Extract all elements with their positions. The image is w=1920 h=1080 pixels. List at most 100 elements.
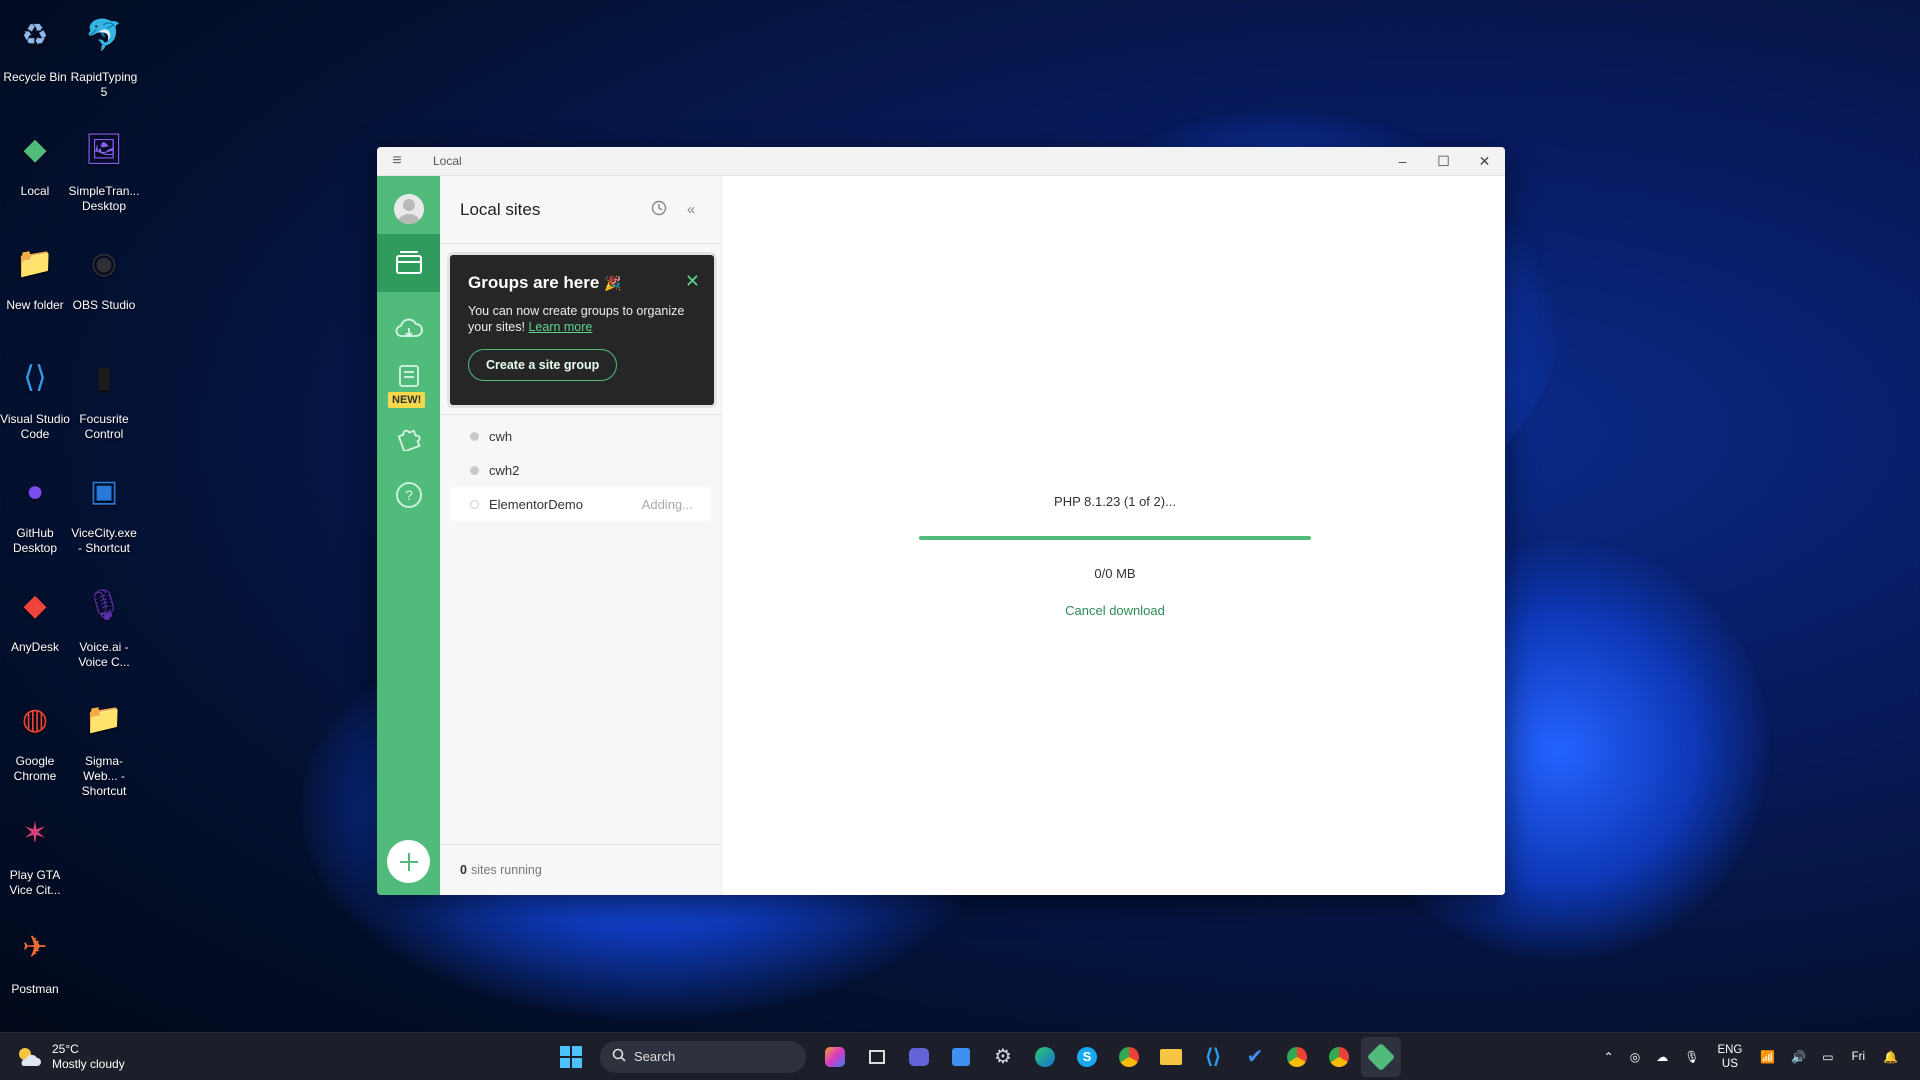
desktop-icon[interactable]: ● GitHub Desktop xyxy=(0,460,70,556)
desktop-icon[interactable]: 🐬 RapidTyping 5 xyxy=(69,4,139,100)
help-icon[interactable]: ? xyxy=(377,472,440,518)
tray-overflow-chevron-icon[interactable]: ⌃ xyxy=(1604,1050,1614,1064)
learn-more-link[interactable]: Learn more xyxy=(528,320,592,334)
weather-temp: 25°C xyxy=(52,1041,79,1056)
volume-icon[interactable]: 🔊 xyxy=(1791,1050,1806,1064)
settings-gear-icon[interactable]: ⚙ xyxy=(983,1037,1023,1077)
task-view-icon[interactable] xyxy=(857,1037,897,1077)
close-button[interactable]: ✕ xyxy=(1464,153,1505,170)
site-row[interactable]: cwh2 xyxy=(450,453,711,487)
voiceai-icon: 🎙 xyxy=(84,588,124,622)
desktop-icon[interactable]: ▣ ViceCity.exe - Shortcut xyxy=(69,460,139,556)
window-title: Local xyxy=(433,154,462,168)
desktop-icon[interactable]: ◉ OBS Studio xyxy=(69,232,139,313)
language-indicator[interactable]: ENG US xyxy=(1717,1043,1742,1071)
site-row[interactable]: ElementorDemo Adding... xyxy=(450,487,711,521)
recycle-bin-icon: ♻ xyxy=(21,18,49,52)
local-sites-nav-icon[interactable] xyxy=(377,234,440,292)
clock[interactable]: Fri xyxy=(1852,1050,1865,1064)
desktop-icon[interactable]: ▮ Focusrite Control xyxy=(69,346,139,442)
taskbar-search[interactable]: Search xyxy=(600,1040,806,1073)
sites-running-status: 0 sites running xyxy=(440,844,721,895)
chrome-profile-2-icon[interactable] xyxy=(1319,1037,1359,1077)
download-size: 0/0 MB xyxy=(1094,566,1136,581)
file-explorer-icon[interactable] xyxy=(1151,1037,1191,1077)
desktop-icon-label: SimpleTran... Desktop xyxy=(68,184,140,213)
menu-icon[interactable]: ≡ xyxy=(377,152,417,170)
addons-puzzle-icon[interactable] xyxy=(377,414,440,460)
skype-icon[interactable]: S xyxy=(1067,1037,1107,1077)
main-panel: PHP 8.1.23 (1 of 2)... 0/0 MB Cancel dow… xyxy=(722,176,1505,895)
system-tray: ⌃ ◎ ☁ 🎙 ENG US 📶 🔊 ▭ Fri 🔔 xyxy=(1596,1043,1906,1071)
history-icon[interactable] xyxy=(645,200,673,220)
desktop-icon-label: GitHub Desktop xyxy=(12,526,58,555)
github-icon: ● xyxy=(25,474,45,508)
groups-heading: Groups are here xyxy=(468,273,600,292)
cancel-download-button[interactable]: Cancel download xyxy=(919,603,1311,618)
battery-icon[interactable]: ▭ xyxy=(1822,1050,1833,1064)
desktop-icon[interactable]: 🖼 SimpleTran... Desktop xyxy=(68,118,140,214)
todo-check-icon[interactable]: ✔ xyxy=(1235,1037,1275,1077)
desktop-icon[interactable]: ✈ Postman xyxy=(0,916,70,997)
clock-day: Fri xyxy=(1851,1050,1866,1063)
postman-icon: ✈ xyxy=(22,930,48,964)
site-status-text: Adding... xyxy=(641,496,693,512)
tray-app-icon[interactable]: ◎ xyxy=(1630,1050,1640,1064)
site-list: cwh cwh2 ElementorDemo Adding... xyxy=(440,414,721,521)
nav-rail: NEW! ? xyxy=(377,176,440,895)
progress-fill xyxy=(919,536,1311,540)
desktop-icon-label: Postman xyxy=(11,982,59,996)
folder-icon: 📁 xyxy=(16,246,54,280)
desktop-icon-label: New folder xyxy=(6,298,64,312)
weather-widget[interactable]: 25°C Mostly cloudy xyxy=(16,1042,125,1072)
sites-running-count: 0 xyxy=(460,863,467,877)
notifications-bell-icon[interactable]: 🔔 xyxy=(1883,1050,1898,1064)
desktop-icon[interactable]: 📁 New folder xyxy=(0,232,70,313)
calendar-icon[interactable] xyxy=(941,1037,981,1077)
maximize-button[interactable]: ☐ xyxy=(1423,153,1464,170)
desktop-icon[interactable]: 📁 Sigma-Web... - Shortcut xyxy=(69,688,139,799)
add-site-button[interactable] xyxy=(387,840,430,883)
teams-meet-icon[interactable] xyxy=(899,1037,939,1077)
vicecity-exe-icon: ▣ xyxy=(89,474,119,508)
desktop-icon[interactable]: ◍ Google Chrome xyxy=(0,688,70,784)
edge-icon[interactable] xyxy=(1025,1037,1065,1077)
weather-desc: Mostly cloudy xyxy=(52,1056,125,1071)
party-icon: 🎉 xyxy=(604,275,622,291)
desktop-icon-label: Visual Studio Code xyxy=(0,412,70,441)
onedrive-cloud-icon[interactable]: ☁ xyxy=(1656,1050,1668,1064)
avatar[interactable] xyxy=(377,190,440,228)
collapse-sidebar-icon[interactable]: « xyxy=(677,201,705,218)
copilot-icon[interactable] xyxy=(815,1037,855,1077)
minimize-button[interactable]: – xyxy=(1382,153,1423,169)
chrome-profile-icon[interactable] xyxy=(1277,1037,1317,1077)
site-name: cwh2 xyxy=(489,462,520,478)
blueprints-icon[interactable] xyxy=(377,356,440,396)
rapidtyping-icon: 🐬 xyxy=(85,18,123,52)
desktop-icon-label: Play GTA Vice Cit... xyxy=(9,868,61,897)
desktop-icon[interactable]: ⟨⟩ Visual Studio Code xyxy=(0,346,70,442)
desktop-icon-label: Voice.ai - Voice C... xyxy=(78,640,130,669)
site-status-dot xyxy=(470,499,479,509)
close-icon[interactable]: ✕ xyxy=(685,271,700,292)
start-windows-icon[interactable] xyxy=(551,1037,591,1077)
create-site-group-button[interactable]: Create a site group xyxy=(468,349,618,381)
local-window: ≡ Local – ☐ ✕ NEW! ? Local sites « Group… xyxy=(377,147,1505,895)
microphone-icon[interactable]: 🎙 xyxy=(1684,1050,1699,1064)
desktop-icon[interactable]: 🎙 Voice.ai - Voice C... xyxy=(69,574,139,670)
vscode-icon[interactable]: ⟨⟩ xyxy=(1193,1037,1233,1077)
desktop-icon-label: AnyDesk xyxy=(10,640,60,654)
desktop-icon[interactable]: ◆ AnyDesk xyxy=(0,574,70,655)
desktop-icon[interactable]: ♻ Recycle Bin xyxy=(0,4,70,85)
wifi-icon[interactable]: 📶 xyxy=(1760,1050,1775,1064)
desktop-icon-label: RapidTyping 5 xyxy=(70,70,138,99)
cloud-sync-icon[interactable] xyxy=(377,306,440,352)
weather-cloudy-icon xyxy=(16,1046,42,1068)
groups-announcement: Groups are here 🎉 You can now create gro… xyxy=(450,255,714,405)
desktop-icon[interactable]: ✶ Play GTA Vice Cit... xyxy=(0,802,70,898)
chrome-icon[interactable] xyxy=(1109,1037,1149,1077)
anydesk-icon: ◆ xyxy=(23,588,47,622)
desktop-icon[interactable]: ◆ Local xyxy=(0,118,70,199)
local-taskbar-icon[interactable] xyxy=(1361,1036,1401,1077)
site-row[interactable]: cwh xyxy=(450,419,711,453)
